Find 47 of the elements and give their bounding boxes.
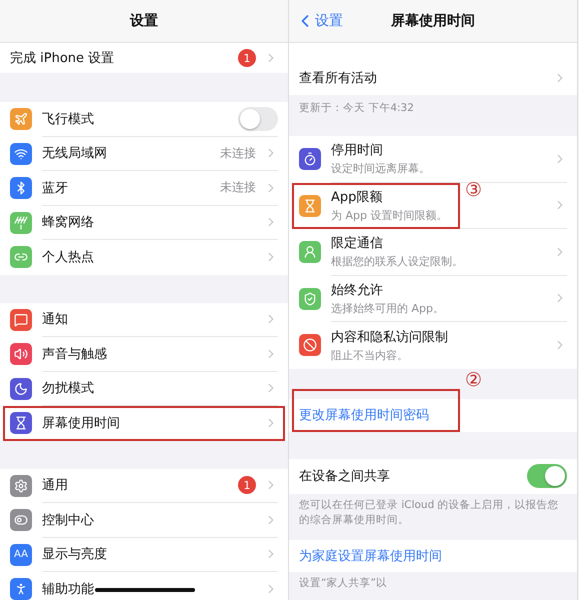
settings-row[interactable]: 更改屏幕使用时间密码 — [289, 398, 577, 432]
settings-row[interactable]: 查看所有活动 — [289, 60, 577, 95]
row-subtitle: 设定时间远离屏幕。 — [331, 161, 430, 176]
row-label: 勿扰模式 — [42, 380, 94, 398]
passcode-link[interactable]: 更改屏幕使用时间密码 — [299, 406, 429, 424]
toggle-switch[interactable] — [238, 106, 278, 131]
row-label: App限额 — [331, 188, 384, 206]
row-subtitle: 选择始终可用的 App。 — [331, 300, 444, 316]
update-time: 更新于：今天 下午4:32 — [298, 101, 415, 116]
row-label: 通知 — [42, 311, 68, 328]
toggle-switch[interactable] — [527, 464, 567, 488]
row-label: 飞行模式 — [42, 110, 94, 128]
settings-row[interactable]: 屏幕使用时间 — [0, 406, 288, 440]
row-label: 通用 — [42, 477, 68, 494]
family-link[interactable]: 为家庭设置屏幕使用时间 — [299, 547, 442, 566]
screen-title: 设置 — [130, 12, 158, 30]
row-label: 显示与亮度 — [42, 546, 107, 564]
screen-title: 屏幕使用时间 — [391, 12, 475, 30]
row-label: 个人热点 — [42, 249, 94, 266]
row-label: 辅助功能 — [42, 581, 94, 598]
settings-row[interactable]: 为家庭设置屏幕使用时间 — [289, 540, 577, 572]
row-label: 完成 iPhone 设置 — [10, 50, 114, 67]
row-label: 蓝牙 — [42, 180, 68, 197]
row-label: 控制中心 — [42, 512, 94, 529]
row-label: 查看所有活动 — [299, 70, 377, 86]
row-label: 蜂窝网络 — [42, 214, 94, 232]
row-label: 内容和隐私访问限制 — [331, 328, 448, 346]
back-button[interactable]: 设置 — [295, 11, 343, 31]
row-subtitle: 根据您的联系人设定限制。 — [331, 254, 463, 270]
settings-row[interactable]: 完成 iPhone 设置 1 — [0, 43, 288, 73]
row-value: 未连接 — [220, 144, 256, 162]
row-value: 未连接 — [220, 179, 256, 196]
row-label: 限定通信 — [331, 235, 384, 252]
notification-badge: 1 — [238, 49, 256, 67]
row-label: 屏幕使用时间 — [42, 415, 120, 432]
footer-note: 设置“家人共享”以 — [298, 576, 388, 592]
row-label: 无线局域网 — [42, 145, 107, 162]
text-size-icon: AA — [10, 544, 32, 566]
step-number: ② — [465, 368, 482, 391]
row-label: 停用时间 — [331, 142, 384, 160]
row-label: 在设备之间共享 — [299, 468, 390, 486]
row-label: 声音与触感 — [42, 346, 107, 363]
row-subtitle: 阻止不当内容。 — [331, 348, 409, 363]
notification-badge: 1 — [238, 476, 256, 494]
row-subtitle: 为 App 设置时间限额。 — [331, 208, 448, 223]
row-label: 始终允许 — [331, 282, 384, 299]
footer-note: 您可以在任何已登录 iCloud 的设备上启用，以报告您的综合屏幕使用时间。 — [298, 498, 560, 528]
